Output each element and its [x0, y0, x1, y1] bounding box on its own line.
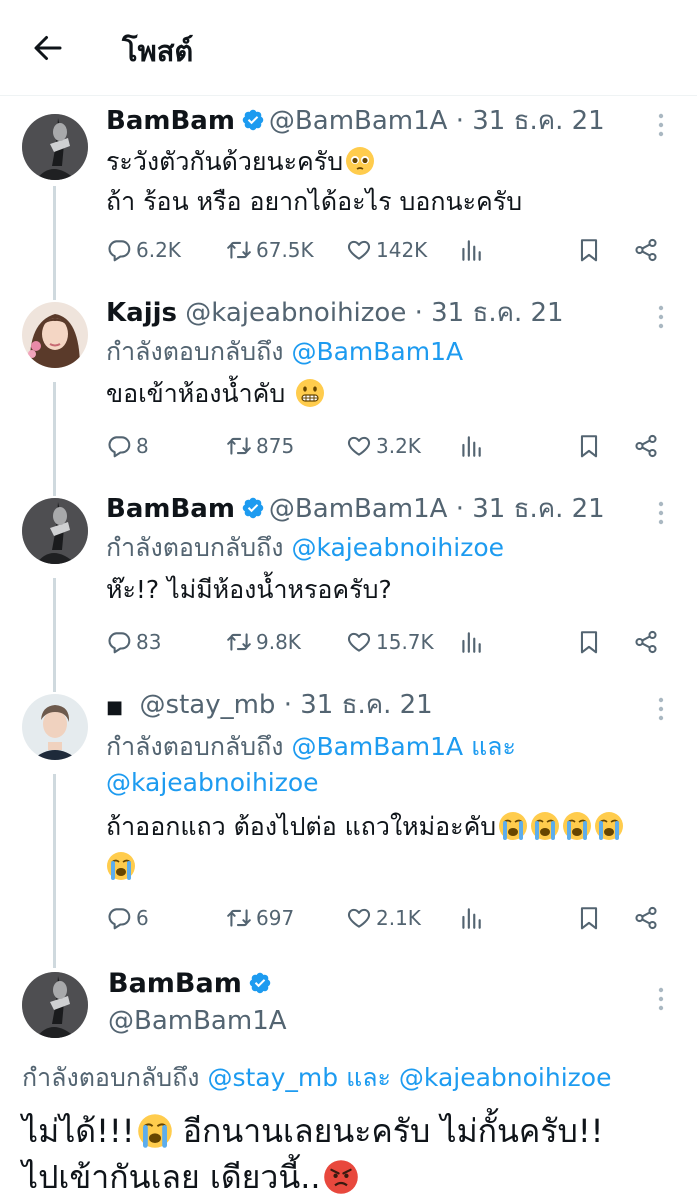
tweet-text: ไปเข้ากันเลย เดียวนี้.. [22, 1158, 321, 1196]
mention-link[interactable]: @kajeabnoihizoe [399, 1063, 612, 1092]
angry-face-icon [323, 1159, 359, 1195]
main-tweet[interactable]: BamBam @BamBam1A กำลังตอบกลับถึง @stay_m… [0, 0, 697, 1200]
avatar[interactable] [22, 972, 88, 1038]
verified-badge-icon [248, 971, 272, 995]
handle[interactable]: @BamBam1A [108, 1006, 287, 1036]
tweet-text: อีกนานเลยนะครับ ไม่กั้นครับ!! [182, 1112, 604, 1150]
tweet-text: ไม่ได้!!! [22, 1112, 135, 1150]
loudly-crying-face-icon [137, 1113, 173, 1149]
display-name[interactable]: BamBam [108, 968, 242, 999]
more-options-icon[interactable] [651, 986, 671, 1012]
mention-link[interactable]: @stay_mb [207, 1063, 338, 1092]
